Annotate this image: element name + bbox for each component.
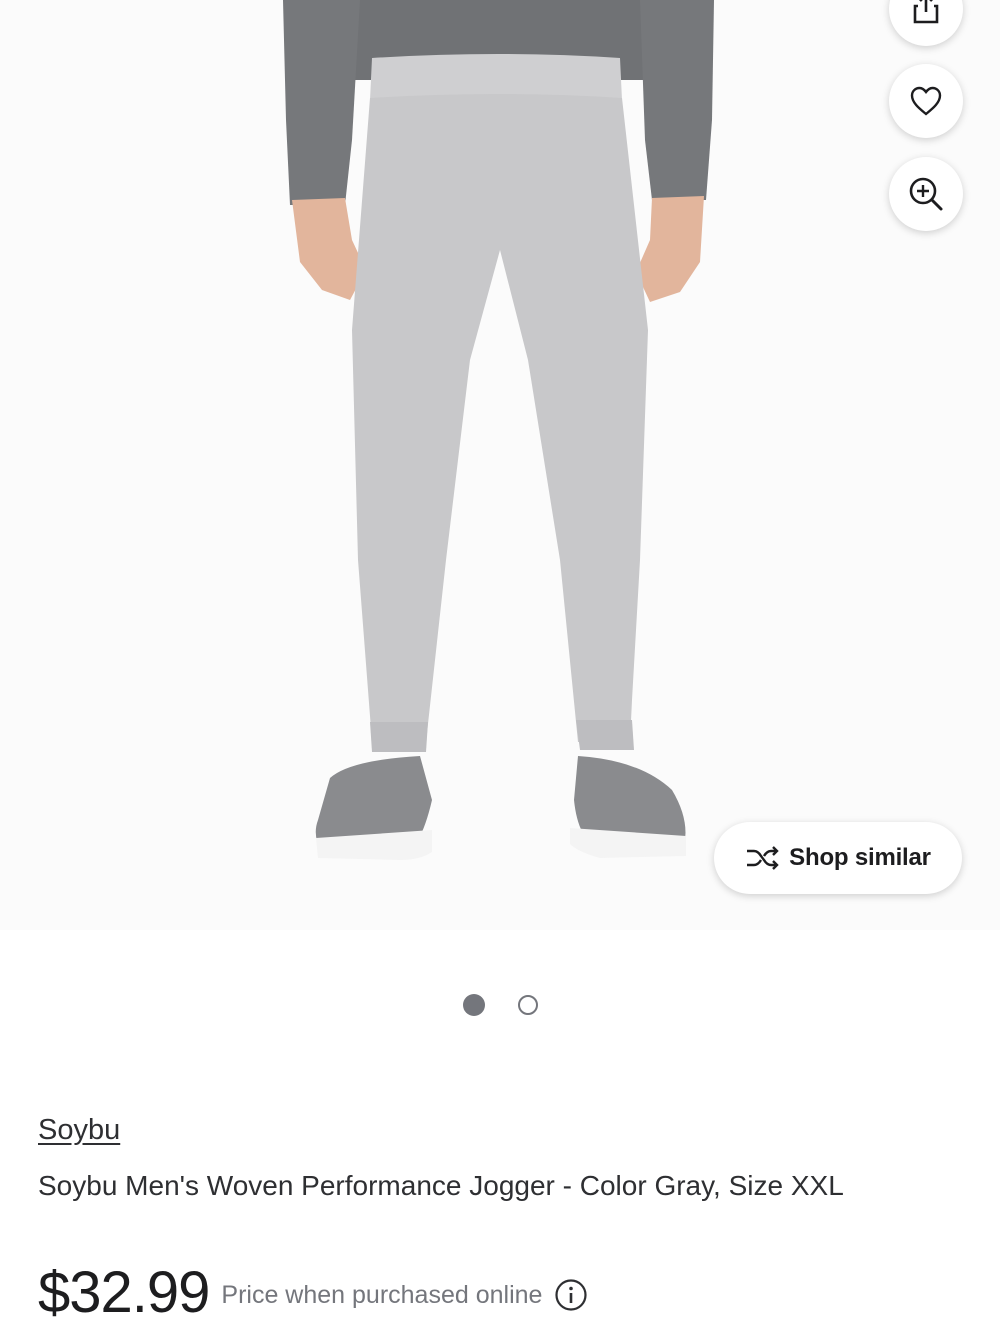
zoom-button[interactable] xyxy=(889,157,963,231)
pager-dot-1[interactable] xyxy=(462,994,485,1016)
shop-similar-button[interactable]: Shop similar xyxy=(714,822,962,894)
image-pager xyxy=(0,994,1000,1016)
price-row: $32.99 Price when purchased online xyxy=(38,1258,588,1328)
product-image-gallery[interactable]: Shop similar xyxy=(0,0,1000,930)
shop-similar-label: Shop similar xyxy=(789,844,931,871)
zoom-in-icon xyxy=(909,177,943,211)
share-icon xyxy=(913,0,939,24)
pager-dot-2[interactable] xyxy=(517,995,538,1015)
heart-icon xyxy=(910,86,942,116)
brand-link[interactable]: Soybu xyxy=(38,1114,120,1147)
product-image[interactable] xyxy=(0,0,1000,930)
add-to-favorites-button[interactable] xyxy=(889,64,963,138)
price-note: Price when purchased online xyxy=(221,1280,543,1309)
shuffle-icon xyxy=(747,846,779,870)
price: $32.99 xyxy=(38,1260,210,1325)
product-title: Soybu Men's Woven Performance Jogger - C… xyxy=(38,1170,844,1201)
info-icon[interactable] xyxy=(554,1278,588,1312)
